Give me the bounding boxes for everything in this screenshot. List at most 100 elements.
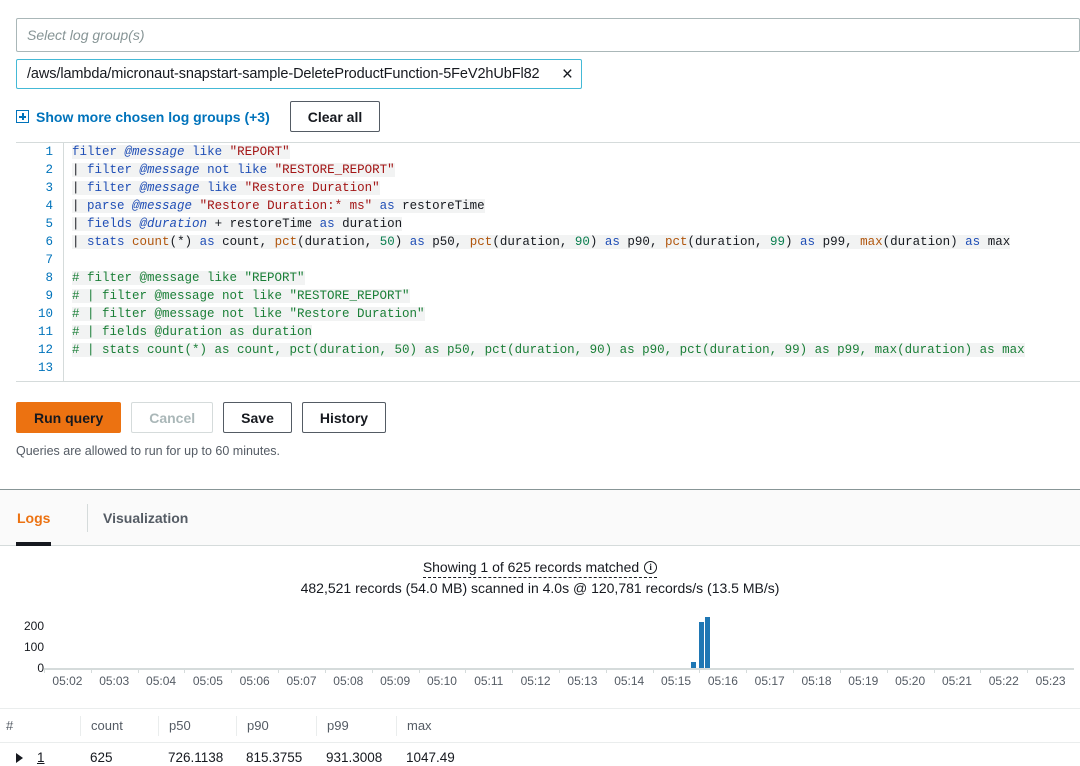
line-number: 4 [45,199,53,213]
column-header-index: # [6,718,14,733]
results-table: # count p50 p90 p99 max 1 625 726.1138 8… [0,708,1080,766]
x-axis-tick [746,668,748,673]
cell-p50: 726.1138 [168,750,224,765]
query-action-bar: Run query Cancel Save History [16,402,387,433]
scan-stats-text: 482,521 records (54.0 MB) scanned in 4.0… [300,580,780,596]
code-line: | fields @duration + restoreTime as dura… [72,217,403,231]
table-row[interactable]: 1 625 726.1138 815.3755 931.3008 1047.49 [0,743,1080,766]
code-line: | parse @message "Restore Duration:* ms"… [72,199,485,213]
x-axis-tick [1027,668,1029,673]
code-line: | stats count(*) as count, pct(duration,… [72,235,1011,249]
x-axis-tick [933,668,935,673]
line-number: 6 [45,235,53,249]
x-axis-tick-label: 05:13 [567,674,598,688]
x-axis-tick-label: 05:18 [801,674,832,688]
x-axis-tick-label: 05:22 [988,674,1019,688]
run-query-button[interactable]: Run query [16,402,122,433]
x-axis-tick-label: 05:11 [474,674,504,688]
chart-bar[interactable] [699,622,705,668]
x-axis-tick [137,668,139,673]
results-histogram-chart: 200 100 0 05:02 05:03 05:04 05:05 05:06 05:07 05:… [0,608,1080,700]
x-axis-tick-label: 05:21 [941,674,972,688]
code-line: filter @message like "REPORT" [72,145,290,159]
code-line: # | filter @message not like "Restore Du… [72,307,425,321]
records-matched-tooltip-trigger[interactable]: Showing 1 of 625 records matched i [422,559,658,578]
close-icon[interactable]: × [562,65,573,84]
x-axis-tick [44,668,45,673]
tab-logs[interactable]: Logs [15,490,52,546]
chart-bar[interactable] [705,617,711,668]
x-axis-tick-label: 05:12 [520,674,551,688]
x-axis-tick-label: 05:16 [707,674,738,688]
code-line: # | filter @message not like "RESTORE_RE… [72,289,410,303]
code-line: # filter @message like "REPORT" [72,271,305,285]
column-header-count[interactable]: count [80,715,158,736]
line-number: 8 [45,271,53,285]
code-line: | filter @message like "Restore Duration… [72,181,380,195]
code-line: | filter @message not like "RESTORE_REPO… [72,163,395,177]
x-axis-tick [886,668,888,673]
log-group-select-input[interactable]: Select log group(s) [16,18,1080,52]
x-axis-tick [465,668,467,673]
x-axis-tick-label: 05:10 [426,674,457,688]
info-icon[interactable]: i [644,560,658,574]
row-index-cell: 1 [0,750,80,765]
column-header-p99[interactable]: p99 [316,715,396,736]
line-number: 3 [45,181,53,195]
x-axis-tick [231,668,233,673]
query-editor[interactable]: 1 2 3 4 5 6 7 8 9 10 11 12 13 filter @message like "… [16,142,1080,382]
code-line: # | stats count(*) as count, pct(duratio… [72,343,1025,357]
chart-bar[interactable] [691,661,697,668]
log-group-actions: Show more chosen log groups (+3) Clear a… [16,101,381,132]
x-axis-tick-label: 05:17 [754,674,785,688]
results-table-header: # count p50 p90 p99 max [0,708,1080,743]
editor-line-number-gutter: 1 2 3 4 5 6 7 8 9 10 11 12 13 [16,143,64,381]
save-button[interactable]: Save [223,402,292,433]
cell-p99: 931.3008 [326,750,383,765]
expand-row-icon[interactable] [16,752,23,763]
x-axis-tick-label: 05:19 [848,674,879,688]
column-header-p90[interactable]: p90 [236,715,316,736]
tab-visualization[interactable]: Visualization [87,504,188,532]
log-group-placeholder: Select log group(s) [27,27,145,43]
x-axis-tick-label: 05:07 [286,674,317,688]
tab-visualization-label: Visualization [103,510,189,526]
line-number: 2 [45,163,53,177]
clear-all-button[interactable]: Clear all [289,101,381,132]
x-axis-tick-label: 05:06 [239,674,270,688]
cell-max: 1047.49 [406,750,455,765]
x-axis-tick [418,668,420,673]
x-axis-tick-label: 05:15 [661,674,692,688]
selected-log-group-token[interactable]: /aws/lambda/micronaut-snapstart-sample-D… [16,59,582,89]
selected-log-group-name: /aws/lambda/micronaut-snapstart-sample-D… [27,66,540,82]
x-axis-tick [652,668,654,673]
records-matched-text: Showing 1 of 625 records matched [422,559,640,575]
x-axis-tick-label: 05:20 [895,674,926,688]
x-axis-tick [980,668,982,673]
column-header-p50[interactable]: p50 [158,715,236,736]
x-axis-tick [184,668,186,673]
x-axis-tick [324,668,326,673]
line-number: 1 [45,145,53,159]
editor-code-area[interactable]: filter @message like "REPORT" | filter @m… [72,143,1080,381]
x-axis-tick [371,668,373,673]
show-more-log-groups-link[interactable]: Show more chosen log groups (+3) [16,109,270,125]
x-axis-tick-label: 05:03 [99,674,130,688]
x-axis-tick [559,668,560,673]
cell-count: 625 [90,750,113,765]
line-number: 7 [45,253,53,267]
records-matched-line: Showing 1 of 625 records matched i [0,559,1080,578]
column-header-max[interactable]: max [396,715,516,736]
row-index[interactable]: 1 [37,750,45,765]
x-axis-tick-label: 05:05 [192,674,223,688]
cloudwatch-logs-insights-page: Select log group(s) /aws/lambda/micronau… [0,0,1080,766]
line-number: 5 [45,217,53,231]
line-number: 12 [37,343,53,357]
line-number: 10 [37,307,53,321]
y-axis-tick-label: 100 [23,640,44,655]
history-button[interactable]: History [301,402,387,433]
x-axis-tick [605,668,607,673]
x-axis-tick [278,668,280,673]
x-axis-tick-label: 05:08 [333,674,364,688]
